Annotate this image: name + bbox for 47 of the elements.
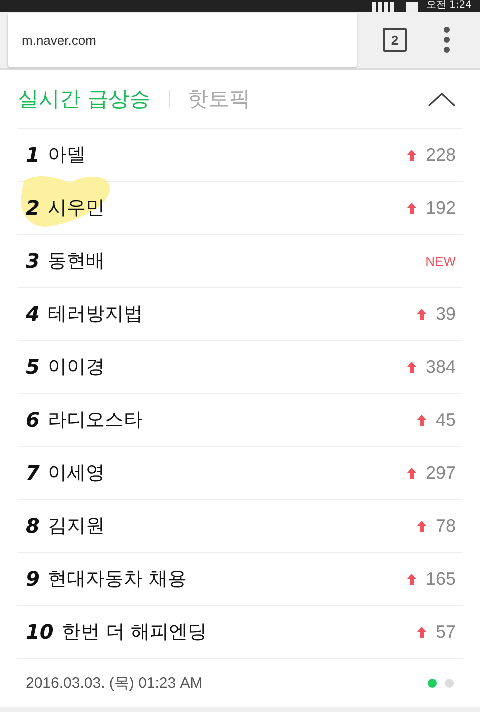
rank-number: 8 bbox=[26, 514, 40, 538]
keyword-link[interactable]: 시우민 bbox=[48, 195, 105, 222]
rank-change: 57 bbox=[436, 622, 456, 643]
up-arrow-icon bbox=[416, 414, 427, 426]
address-field[interactable]: m.naver.com bbox=[8, 13, 357, 68]
keyword-link[interactable]: 아델 bbox=[48, 142, 86, 168]
tab-count-button[interactable]: 2 bbox=[383, 28, 407, 52]
rank-change: 297 bbox=[426, 462, 456, 484]
rank-number: 6 bbox=[26, 408, 40, 432]
up-arrow-icon bbox=[406, 150, 417, 161]
keyword-link[interactable]: 테러방지법 bbox=[48, 301, 143, 328]
up-arrow-icon bbox=[406, 574, 417, 585]
keyword-link[interactable]: 동현배 bbox=[48, 248, 105, 274]
keyword-link[interactable]: 이이경 bbox=[48, 354, 105, 380]
rank-number: 10 bbox=[26, 620, 54, 644]
keyword-link[interactable]: 김지원 bbox=[48, 513, 105, 540]
rank-change: 192 bbox=[426, 198, 456, 219]
rank-number: 5 bbox=[26, 355, 40, 380]
keyword-link[interactable]: 한번 더 해피엔딩 bbox=[62, 619, 207, 646]
rank-change: 45 bbox=[436, 410, 456, 431]
keyword-link[interactable]: 현대자동차 채용 bbox=[48, 566, 187, 592]
up-arrow-icon bbox=[416, 520, 427, 532]
up-arrow-icon bbox=[416, 626, 427, 638]
keyword-link[interactable]: 라디오스타 bbox=[48, 407, 143, 434]
rank-number: 7 bbox=[26, 461, 40, 486]
rank-change: 228 bbox=[426, 144, 456, 166]
rank-number: 3 bbox=[26, 249, 40, 274]
menu-icon[interactable] bbox=[443, 27, 451, 54]
rank-number: 9 bbox=[26, 567, 40, 592]
rank-number: 2 bbox=[26, 196, 40, 220]
new-label: NEW bbox=[426, 254, 456, 269]
rank-number: 4 bbox=[26, 302, 40, 326]
status-time: 오전 1:24 bbox=[426, 0, 472, 12]
up-arrow-icon bbox=[406, 202, 417, 214]
rank-change: 384 bbox=[426, 356, 456, 378]
rank-change: 78 bbox=[436, 516, 456, 537]
up-arrow-icon bbox=[416, 308, 427, 320]
collapse-icon[interactable] bbox=[428, 92, 456, 107]
up-arrow-icon bbox=[406, 362, 417, 373]
update-timestamp: 2016.03.03. (목) 01:23 AM bbox=[26, 674, 203, 693]
page-dot[interactable] bbox=[445, 678, 454, 688]
page-dot[interactable] bbox=[428, 678, 437, 688]
rank-change: 165 bbox=[426, 568, 456, 590]
up-arrow-icon bbox=[406, 468, 417, 479]
keyword-link[interactable]: 이세영 bbox=[48, 460, 105, 486]
rank-number: 1 bbox=[26, 143, 40, 168]
rank-change: 39 bbox=[436, 304, 456, 325]
